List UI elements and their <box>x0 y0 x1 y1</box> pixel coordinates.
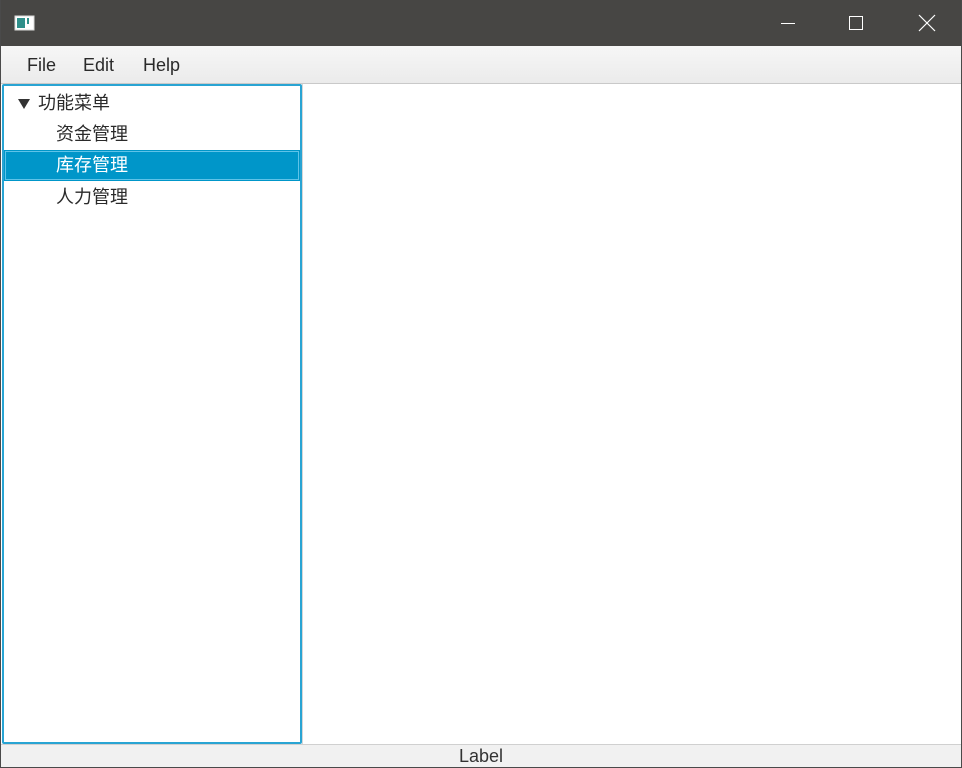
app-window-icon <box>14 15 35 31</box>
tree-root-label: 功能菜单 <box>38 93 110 114</box>
status-label: Label <box>458 746 504 766</box>
tree-item-funds[interactable]: 资金管理 <box>4 119 300 150</box>
menu-help[interactable]: Help <box>141 46 182 84</box>
maximize-button[interactable] <box>833 0 879 46</box>
maximize-icon <box>849 16 863 30</box>
status-bar: Label <box>1 744 961 767</box>
app-window: File Edit Help 功能菜单 资金管理 库存管理 人力管理 Label <box>0 0 962 768</box>
minimize-icon <box>781 23 795 24</box>
close-button[interactable] <box>904 0 950 46</box>
expand-arrow-icon[interactable] <box>17 88 31 119</box>
menu-file[interactable]: File <box>25 46 58 84</box>
tree-item-label: 库存管理 <box>56 155 128 176</box>
tree-item-label: 资金管理 <box>56 124 128 145</box>
menu-edit[interactable]: Edit <box>81 46 116 84</box>
minimize-button[interactable] <box>765 0 811 46</box>
tree-item-inventory[interactable]: 库存管理 <box>4 150 300 181</box>
tree-root-item[interactable]: 功能菜单 <box>4 88 300 119</box>
function-tree[interactable]: 功能菜单 资金管理 库存管理 人力管理 <box>2 84 302 744</box>
content-pane <box>302 84 961 744</box>
menu-bar: File Edit Help <box>1 46 961 84</box>
close-icon <box>918 14 936 32</box>
tree-item-hr[interactable]: 人力管理 <box>4 182 300 213</box>
title-bar[interactable] <box>1 0 961 46</box>
tree-item-label: 人力管理 <box>56 187 128 208</box>
